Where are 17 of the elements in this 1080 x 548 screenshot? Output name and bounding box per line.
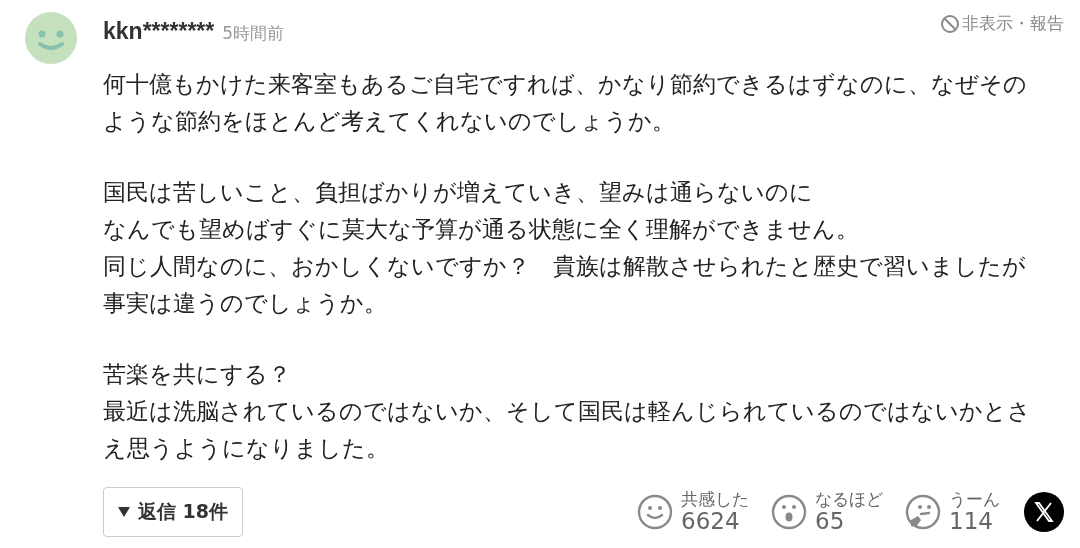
comment-paragraph: 国民は苦しいこと、負担ばかりが増えていき、望みは通らないのに なんでも望めばすぐに莫大な予算が通る状態に全く理解ができません。 同じ人間なのに、おかしくないですか？ 貴族は解散させられたと歴史で習いましたが 事実は違うのでしょうか。 xyxy=(103,178,1027,318)
replies-button[interactable]: 返信 18件 xyxy=(103,487,243,537)
surprised-face-icon xyxy=(771,494,807,530)
avatar-icon xyxy=(25,12,77,64)
thinking-face-icon xyxy=(905,494,941,530)
post-time: 5時間前 xyxy=(222,22,285,45)
smiley-face-icon xyxy=(637,494,673,530)
reaction-button[interactable]: なるほど 65 xyxy=(771,490,883,534)
prohibited-icon xyxy=(940,13,960,34)
reaction-button[interactable]: 共感した 6624 xyxy=(637,490,749,534)
caret-icon xyxy=(117,507,130,517)
reaction-button[interactable]: うーん 114 xyxy=(905,490,1000,534)
hide-report-link[interactable]: 非表示・報告 xyxy=(940,12,1064,35)
x-share-icon[interactable] xyxy=(1024,492,1064,532)
username[interactable]: kkn******** xyxy=(103,18,215,45)
comment-paragraph: 苦楽を共にする？ 最近は洗脳されているのではないか、そして国民は軽んじられているのではないかとさ え思うようになりました。 xyxy=(103,360,1032,463)
comment-paragraph: 何十億もかけた来客室もあるご自宅ですれば、かなり節約できるはずなのに、なぜその ような節約をほとんど考えてくれないのでしょうか。 xyxy=(103,70,1028,136)
